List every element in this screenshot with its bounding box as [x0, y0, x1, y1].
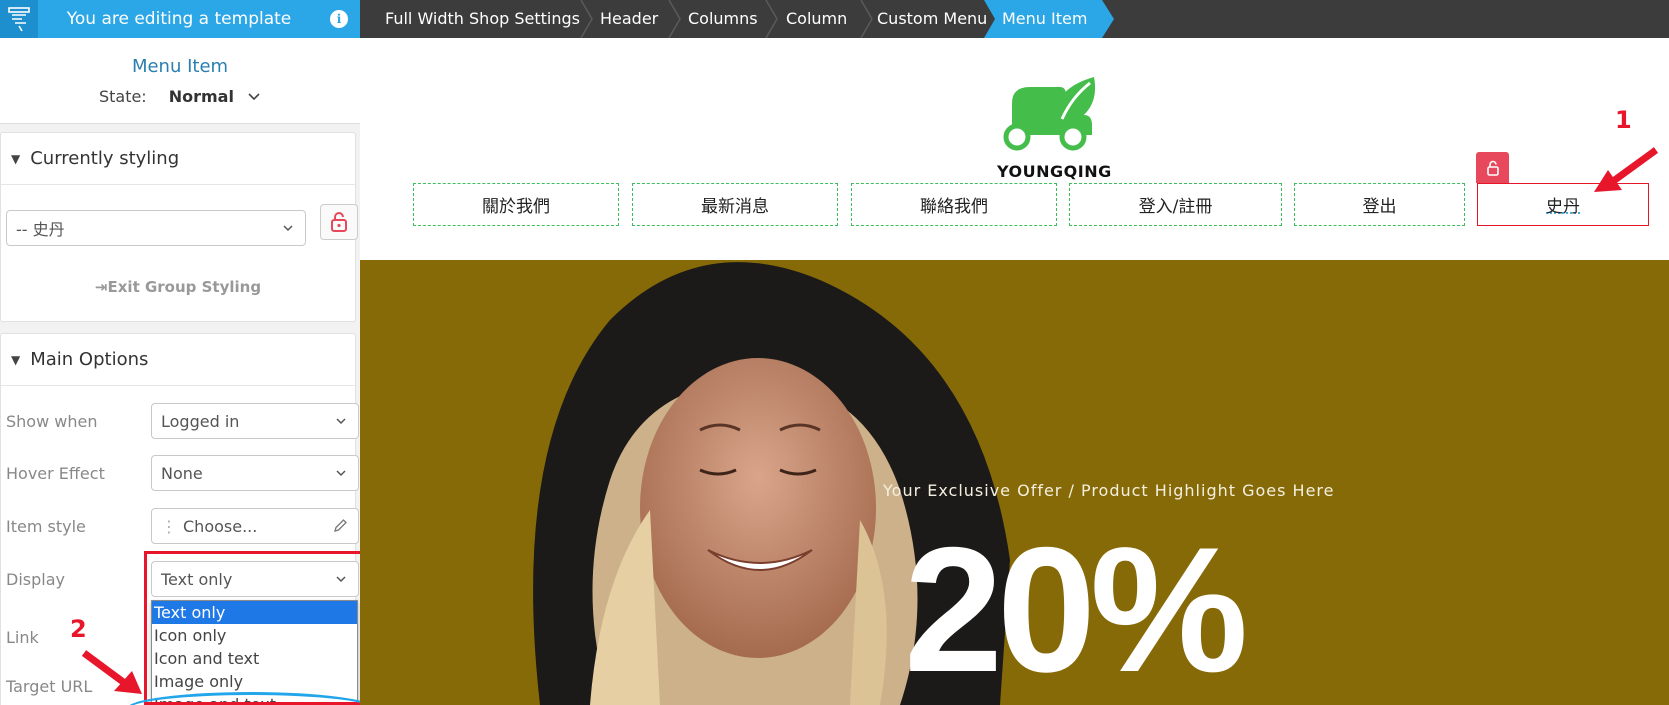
- display-option-icon-and-text[interactable]: Icon and text: [152, 647, 357, 670]
- chevron-down-icon: [247, 87, 261, 106]
- annotation-arrow-2: [81, 650, 142, 694]
- editor-sidebar: You are editing a template i Menu Item S…: [0, 0, 360, 705]
- currently-styling-header[interactable]: ▼ Currently styling: [1, 133, 355, 185]
- breadcrumb-item-column[interactable]: Column: [786, 0, 847, 38]
- styling-target-select[interactable]: -- 史丹: [6, 210, 306, 246]
- breadcrumb-separator: [765, 0, 778, 38]
- menu-item-contact[interactable]: 聯絡我們: [851, 183, 1057, 226]
- unlock-button[interactable]: [320, 204, 358, 240]
- menu-item-login[interactable]: 登入/註冊: [1069, 183, 1282, 226]
- unlock-icon: [331, 212, 347, 232]
- exit-icon: ⇥: [94, 278, 108, 296]
- state-label: State:: [98, 87, 147, 106]
- menu-item-label: 登入/註冊: [1138, 197, 1213, 217]
- state-selector[interactable]: State: Normal: [0, 87, 360, 106]
- main-options-header[interactable]: ▼ Main Options: [1, 334, 355, 386]
- breadcrumb-item-shop-settings[interactable]: Full Width Shop Settings: [385, 0, 580, 38]
- breadcrumb-item-menu-item[interactable]: Menu Item: [984, 0, 1114, 38]
- show-when-label: Show when: [6, 412, 98, 431]
- menu-item-label: 最新消息: [701, 197, 769, 217]
- drag-handle-icon: ⋮: [161, 516, 177, 536]
- exit-group-styling-link[interactable]: ⇥Exit Group Styling: [0, 278, 356, 296]
- panel-title: Menu Item: [131, 56, 229, 77]
- unlock-badge[interactable]: [1476, 152, 1509, 183]
- menu-item-logout[interactable]: 登出: [1294, 183, 1465, 226]
- menu-item-label: 關於我們: [482, 197, 550, 217]
- breadcrumb-separator: [668, 0, 681, 38]
- hover-effect-value: None: [161, 463, 203, 483]
- main-options-title: Main Options: [30, 349, 149, 370]
- annotation-number-2: 2: [70, 615, 87, 643]
- display-option-image-and-text[interactable]: Image and text: [152, 693, 357, 705]
- editing-template-title: You are editing a template: [66, 9, 292, 29]
- caret-down-icon: ▼: [11, 352, 21, 367]
- state-value: Normal: [168, 87, 234, 106]
- breadcrumb-item-columns[interactable]: Columns: [688, 0, 758, 38]
- annotation-number-1: 1: [1615, 106, 1632, 134]
- exit-group-styling-label: Exit Group Styling: [107, 278, 262, 296]
- youngqing-logo-icon[interactable]: [1000, 75, 1104, 155]
- chevron-down-icon: [334, 571, 348, 590]
- panel-header: Menu Item State: Normal: [0, 38, 360, 124]
- chevron-down-icon: [334, 413, 348, 432]
- currently-styling-title: Currently styling: [30, 148, 180, 169]
- chevron-down-icon: [334, 465, 348, 484]
- breadcrumb-item-custom-menu[interactable]: Custom Menu: [877, 0, 987, 38]
- breadcrumb: Full Width Shop Settings Header Columns …: [360, 0, 1669, 38]
- link-label: Link: [6, 628, 39, 647]
- caret-down-icon: ▼: [11, 151, 21, 166]
- app-logo-icon[interactable]: [0, 0, 38, 38]
- menu-item-label: 聯絡我們: [920, 197, 988, 217]
- show-when-select[interactable]: Logged in: [151, 403, 359, 439]
- display-option-image-only[interactable]: Image only: [152, 670, 357, 693]
- item-style-picker[interactable]: ⋮ Choose...: [151, 508, 359, 544]
- menu-item-news[interactable]: 最新消息: [632, 183, 838, 226]
- display-options-list: Text only Icon only Icon and text Image …: [151, 600, 358, 705]
- show-when-value: Logged in: [161, 411, 240, 431]
- display-select[interactable]: Text only: [151, 561, 359, 597]
- editor-topbar: You are editing a template i: [0, 0, 360, 38]
- display-option-text-only[interactable]: Text only: [152, 601, 357, 624]
- display-value: Text only: [161, 569, 233, 589]
- hover-effect-select[interactable]: None: [151, 455, 359, 491]
- hover-effect-label: Hover Effect: [6, 464, 105, 483]
- menu-item-label: 登出: [1362, 197, 1397, 217]
- item-style-value: Choose...: [183, 516, 258, 536]
- styling-target-value: -- 史丹: [16, 220, 65, 239]
- hero-tagline: Your Exclusive Offer / Product Highlight…: [883, 481, 1335, 500]
- menu-item-about[interactable]: 關於我們: [413, 183, 619, 226]
- unlock-icon: [1486, 160, 1499, 176]
- breadcrumb-item-header[interactable]: Header: [600, 0, 658, 38]
- breadcrumb-separator: [580, 0, 593, 38]
- hero-headline: 20%: [904, 510, 1248, 705]
- breadcrumb-separator: [860, 0, 873, 38]
- item-style-label: Item style: [6, 517, 86, 536]
- brand-name: YOUNGQING: [997, 162, 1112, 181]
- annotation-arrow-1: [1594, 147, 1659, 192]
- breadcrumb-active-label: Menu Item: [1002, 9, 1088, 28]
- pencil-icon[interactable]: [332, 518, 348, 538]
- display-label: Display: [6, 570, 65, 589]
- info-icon[interactable]: i: [330, 10, 348, 28]
- display-option-icon-only[interactable]: Icon only: [152, 624, 357, 647]
- menu-item-label: 史丹: [1546, 197, 1580, 217]
- chevron-down-icon: [281, 220, 295, 239]
